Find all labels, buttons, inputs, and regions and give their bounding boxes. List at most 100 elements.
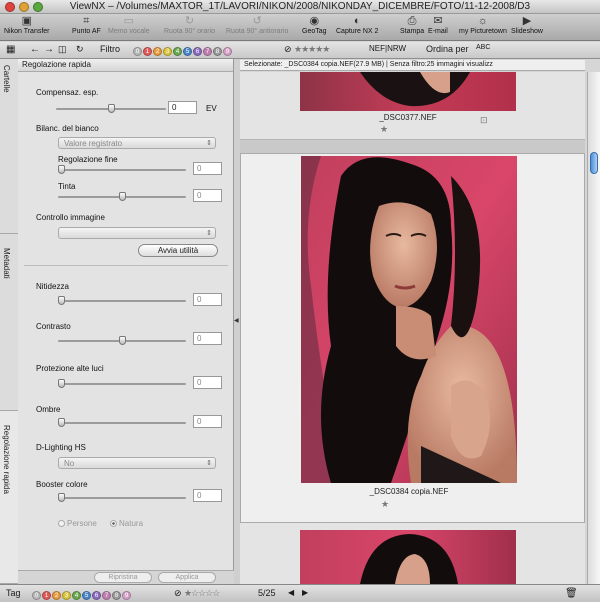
label-tag-chip-4[interactable]: 4 (72, 591, 81, 600)
refresh-icon[interactable]: ↻ (76, 44, 84, 55)
rating-filter-stars[interactable]: ★★★★★ (294, 44, 330, 55)
label-tag-chip-9[interactable]: 9 (122, 591, 131, 600)
sharpness-slider[interactable] (58, 296, 186, 305)
rating-star-icon[interactable]: ★ (380, 124, 388, 135)
label-tag-chip-0[interactable]: 0 (32, 591, 41, 600)
forward-arrow-icon[interactable]: → (44, 44, 54, 55)
fine-tune-slider-knob[interactable] (58, 165, 65, 174)
thumbnail-image[interactable] (300, 72, 516, 111)
collapse-arrow-icon[interactable]: ◀ (234, 317, 239, 324)
label-tag-chip-1[interactable]: 1 (42, 591, 51, 600)
zoom-window-button[interactable] (33, 2, 43, 12)
label-tag-chip-3[interactable]: 3 (62, 591, 71, 600)
format-filter[interactable]: NEF|NRW (369, 44, 406, 53)
reset-button[interactable]: Ripristina (94, 572, 152, 583)
label-filter-chip-8[interactable]: 8 (213, 47, 222, 56)
shadows-field[interactable]: 0 (193, 415, 222, 428)
toolbar-button-voice-memo[interactable]: ▭ Memo vocale (108, 15, 150, 35)
minimize-window-button[interactable] (19, 2, 29, 12)
dlighting-dropdown[interactable]: No ⇕ (58, 457, 216, 469)
label-filter-chip-3[interactable]: 3 (163, 47, 172, 56)
tab-cartelle[interactable]: Cartelle (0, 59, 18, 234)
tint-field[interactable]: 0 (193, 189, 222, 202)
sort-dropdown[interactable]: ABC (476, 44, 490, 51)
white-balance-dropdown[interactable]: Valore registrato ⇕ (58, 137, 216, 149)
label-filter-chip-4[interactable]: 4 (173, 47, 182, 56)
image-control-dropdown[interactable]: ⇕ (58, 227, 216, 239)
label-filter-chip-1[interactable]: 1 (143, 47, 152, 56)
radio-nature[interactable]: Natura (110, 519, 143, 528)
tint-slider[interactable] (58, 192, 186, 201)
thumbnail-cell[interactable] (240, 523, 585, 584)
contrast-slider-knob[interactable] (119, 336, 126, 345)
exposure-field[interactable]: 0 (168, 101, 197, 114)
shadows-slider-knob[interactable] (58, 418, 65, 427)
next-page-icon[interactable]: ▶ (302, 588, 308, 597)
no-rating-icon[interactable]: ⊘ (284, 44, 292, 55)
rating-tag-stars[interactable]: ★☆☆☆☆ (184, 588, 220, 599)
fine-tune-label: Regolazione fine (58, 155, 118, 164)
toolbar-button-camera[interactable]: ▣ Nikon Transfer (4, 15, 50, 35)
close-window-button[interactable] (5, 2, 15, 12)
label-filter-chip-2[interactable]: 2 (153, 47, 162, 56)
highlight-slider-knob[interactable] (58, 379, 65, 388)
label-tag-chip-2[interactable]: 2 (52, 591, 61, 600)
toolbar-button-capture-nx[interactable]: ◐ Capture NX 2 (336, 15, 378, 35)
toolbar-button-geotag[interactable]: ◉ GeoTag (302, 15, 327, 35)
updown-arrow-icon: ⇕ (206, 230, 212, 237)
contrast-slider[interactable] (58, 336, 186, 345)
no-rating-icon[interactable]: ⊘ (174, 588, 182, 599)
highlight-protection-slider[interactable] (58, 379, 186, 388)
tab-regolazione-rapida[interactable]: Regolazione rapida (0, 411, 18, 584)
thumbnail-area[interactable]: _DSC0377.NEF ★ ⊡ _DSC0384 copia.NEF ★ (240, 72, 585, 584)
booster-slider-knob[interactable] (58, 493, 65, 502)
scrollbar-thumb[interactable] (590, 152, 598, 174)
toolbar-button-print[interactable]: ⎙ Stampa (400, 15, 424, 35)
fine-tune-slider[interactable] (58, 165, 186, 174)
label-tag-chips: 0123456789 (32, 589, 132, 600)
thumbnail-image[interactable] (300, 530, 516, 584)
exposure-slider[interactable] (56, 104, 166, 113)
toolbar-button-email[interactable]: ✉ E-mail (428, 15, 448, 35)
fine-tune-field[interactable]: 0 (193, 162, 222, 175)
grid-view-icon[interactable]: ▦ (6, 44, 15, 55)
contrast-field[interactable]: 0 (193, 332, 222, 345)
toolbar-button-rotate-cw[interactable]: ↻ Ruota 90° orario (164, 15, 215, 35)
toolbar-button-rotate-ccw[interactable]: ↺ Ruota 90° antiorario (226, 15, 288, 35)
label-filter-chip-9[interactable]: 9 (223, 47, 232, 56)
folder-up-icon[interactable]: ◫ (58, 44, 67, 55)
back-arrow-icon[interactable]: ← (30, 44, 40, 55)
label-tag-chip-6[interactable]: 6 (92, 591, 101, 600)
color-booster-slider[interactable] (58, 493, 186, 502)
sharpness-slider-knob[interactable] (58, 296, 65, 305)
vertical-scrollbar[interactable] (587, 72, 600, 584)
rating-star-icon[interactable]: ★ (381, 499, 389, 510)
exposure-unit: EV (206, 104, 217, 113)
label-filter-chip-6[interactable]: 6 (193, 47, 202, 56)
tab-metadati[interactable]: Metadati (0, 234, 18, 411)
thumbnail-image[interactable] (301, 156, 517, 483)
label-tag-chip-7[interactable]: 7 (102, 591, 111, 600)
sharpness-field[interactable]: 0 (193, 293, 222, 306)
shadows-slider[interactable] (58, 418, 186, 427)
thumbnail-cell[interactable]: _DSC0377.NEF ★ ⊡ (240, 72, 585, 140)
toolbar-button-slideshow[interactable]: ▶ Slideshow (511, 15, 543, 35)
label-filter-chip-5[interactable]: 5 (183, 47, 192, 56)
label-tag-chip-5[interactable]: 5 (82, 591, 91, 600)
label-filter-chip-0[interactable]: 0 (133, 47, 142, 56)
toolbar-button-focus-point[interactable]: ⌗ Punto AF (72, 15, 101, 35)
trash-icon[interactable]: 🗑 (565, 588, 578, 599)
toolbar-button-picturetown[interactable]: ☼ my Picturetown (459, 15, 507, 35)
label-tag-chip-8[interactable]: 8 (112, 591, 121, 600)
prev-page-icon[interactable]: ◀ (288, 588, 294, 597)
launch-utility-button[interactable]: Avvia utilità (138, 244, 218, 257)
color-booster-label: Booster colore (36, 480, 88, 489)
exposure-slider-knob[interactable] (108, 104, 115, 113)
apply-button[interactable]: Applica (158, 572, 216, 583)
thumbnail-cell-selected[interactable]: _DSC0384 copia.NEF ★ (240, 153, 585, 523)
tint-slider-knob[interactable] (119, 192, 126, 201)
label-filter-chip-7[interactable]: 7 (203, 47, 212, 56)
color-booster-field[interactable]: 0 (193, 489, 222, 502)
radio-people[interactable]: Persone (58, 519, 97, 528)
highlight-protection-field[interactable]: 0 (193, 376, 222, 389)
